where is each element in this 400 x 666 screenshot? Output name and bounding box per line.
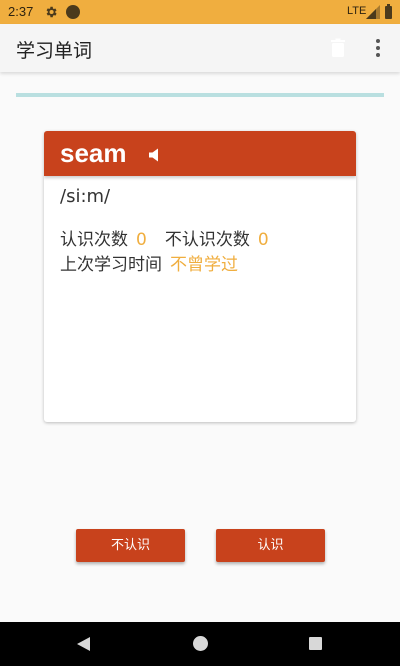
navigation-bar — [0, 622, 400, 666]
more-vert-icon[interactable] — [366, 36, 390, 60]
trash-icon[interactable] — [326, 36, 350, 60]
last-studied-label: 上次学习时间 — [60, 255, 162, 275]
notification-dot-icon — [66, 5, 80, 19]
known-button[interactable]: 认识 — [216, 529, 325, 562]
gear-icon — [46, 6, 57, 18]
known-count-label: 认识次数 — [60, 230, 128, 250]
page-title: 学习单词 — [16, 40, 93, 62]
back-icon[interactable] — [76, 636, 92, 652]
phonetic-text: /si:m/ — [60, 186, 111, 207]
word-text: seam — [60, 138, 127, 168]
unknown-count-label: 不认识次数 — [164, 230, 250, 250]
recents-icon[interactable] — [309, 637, 322, 650]
known-count-value: 0 — [136, 230, 147, 250]
last-studied-stats: 上次学习时间 不曾学过 — [60, 250, 238, 275]
unknown-button[interactable]: 不认识 — [76, 529, 185, 562]
volume-icon[interactable] — [149, 148, 163, 162]
network-label: LTE — [347, 5, 367, 17]
count-stats: 认识次数 0 不认识次数 0 — [60, 225, 269, 250]
study-progress-fill — [16, 93, 384, 97]
status-time: 2:37 — [8, 4, 34, 19]
study-progress-bar — [16, 93, 384, 97]
status-bar: 2:37 LTE — [0, 0, 400, 24]
battery-icon — [385, 4, 392, 19]
app-bar: 学习单词 — [0, 24, 400, 72]
unknown-count-value: 0 — [257, 230, 269, 250]
last-studied-value: 不曾学过 — [170, 255, 238, 275]
word-card: seam /si:m/ 认识次数 0 不认识次数 0 上次学习时间 不曾学过 — [44, 131, 356, 422]
word-card-header: seam — [44, 131, 356, 176]
signal-icon — [366, 5, 380, 19]
home-icon[interactable] — [193, 636, 208, 651]
